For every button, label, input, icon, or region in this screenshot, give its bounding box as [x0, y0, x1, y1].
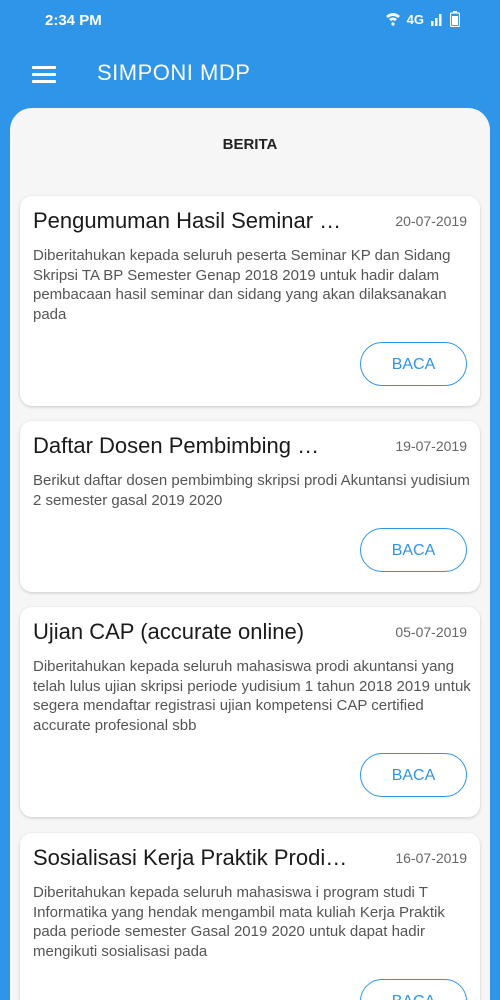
news-body: Diberitahukan kepada seluruh peserta Sem…: [33, 247, 451, 323]
baca-button[interactable]: BACA: [360, 753, 467, 797]
baca-button[interactable]: BACA: [360, 528, 467, 572]
news-card[interactable]: Daftar Dosen Pembimbing … 19-07-2019 Ber…: [20, 421, 480, 592]
hamburger-menu-icon[interactable]: [32, 66, 56, 84]
wifi-icon: [385, 13, 400, 26]
news-body: Diberitahukan kepada seluruh mahasiswa i…: [33, 884, 445, 960]
network-type: 4G: [406, 11, 424, 27]
status-time: 2:34 PM: [45, 12, 102, 29]
news-date: 19-07-2019: [395, 438, 467, 454]
status-icons: 4G: [385, 11, 460, 27]
section-title: BERITA: [222, 136, 278, 153]
baca-button[interactable]: BACA: [360, 979, 467, 1000]
news-title: Pengumuman Hasil Seminar …: [33, 208, 342, 233]
baca-button[interactable]: BACA: [360, 342, 467, 386]
news-date: 05-07-2019: [395, 624, 467, 640]
battery-icon: [450, 11, 460, 27]
news-date: 20-07-2019: [395, 213, 467, 229]
news-body: Berikut daftar dosen pembimbing skripsi …: [33, 472, 470, 509]
app-title: SIMPONI MDP: [97, 60, 251, 85]
status-bar: 2:34 PM 4G: [0, 0, 500, 42]
news-card[interactable]: Ujian CAP (accurate online) 05-07-2019 D…: [20, 607, 480, 817]
news-card[interactable]: Pengumuman Hasil Seminar … 20-07-2019 Di…: [20, 196, 480, 406]
signal-icon: [431, 14, 442, 26]
news-date: 16-07-2019: [395, 850, 467, 866]
app-bar: SIMPONI MDP: [0, 42, 500, 112]
news-title: Sosialisasi Kerja Praktik Prodi…: [33, 845, 348, 870]
news-content[interactable]: BERITA Pengumuman Hasil Seminar … 20-07-…: [10, 108, 490, 1000]
news-title: Daftar Dosen Pembimbing …: [33, 433, 320, 458]
news-body: Diberitahukan kepada seluruh mahasiswa p…: [33, 658, 471, 734]
news-title: Ujian CAP (accurate online): [33, 619, 305, 644]
news-card[interactable]: Sosialisasi Kerja Praktik Prodi… 16-07-2…: [20, 833, 480, 1000]
